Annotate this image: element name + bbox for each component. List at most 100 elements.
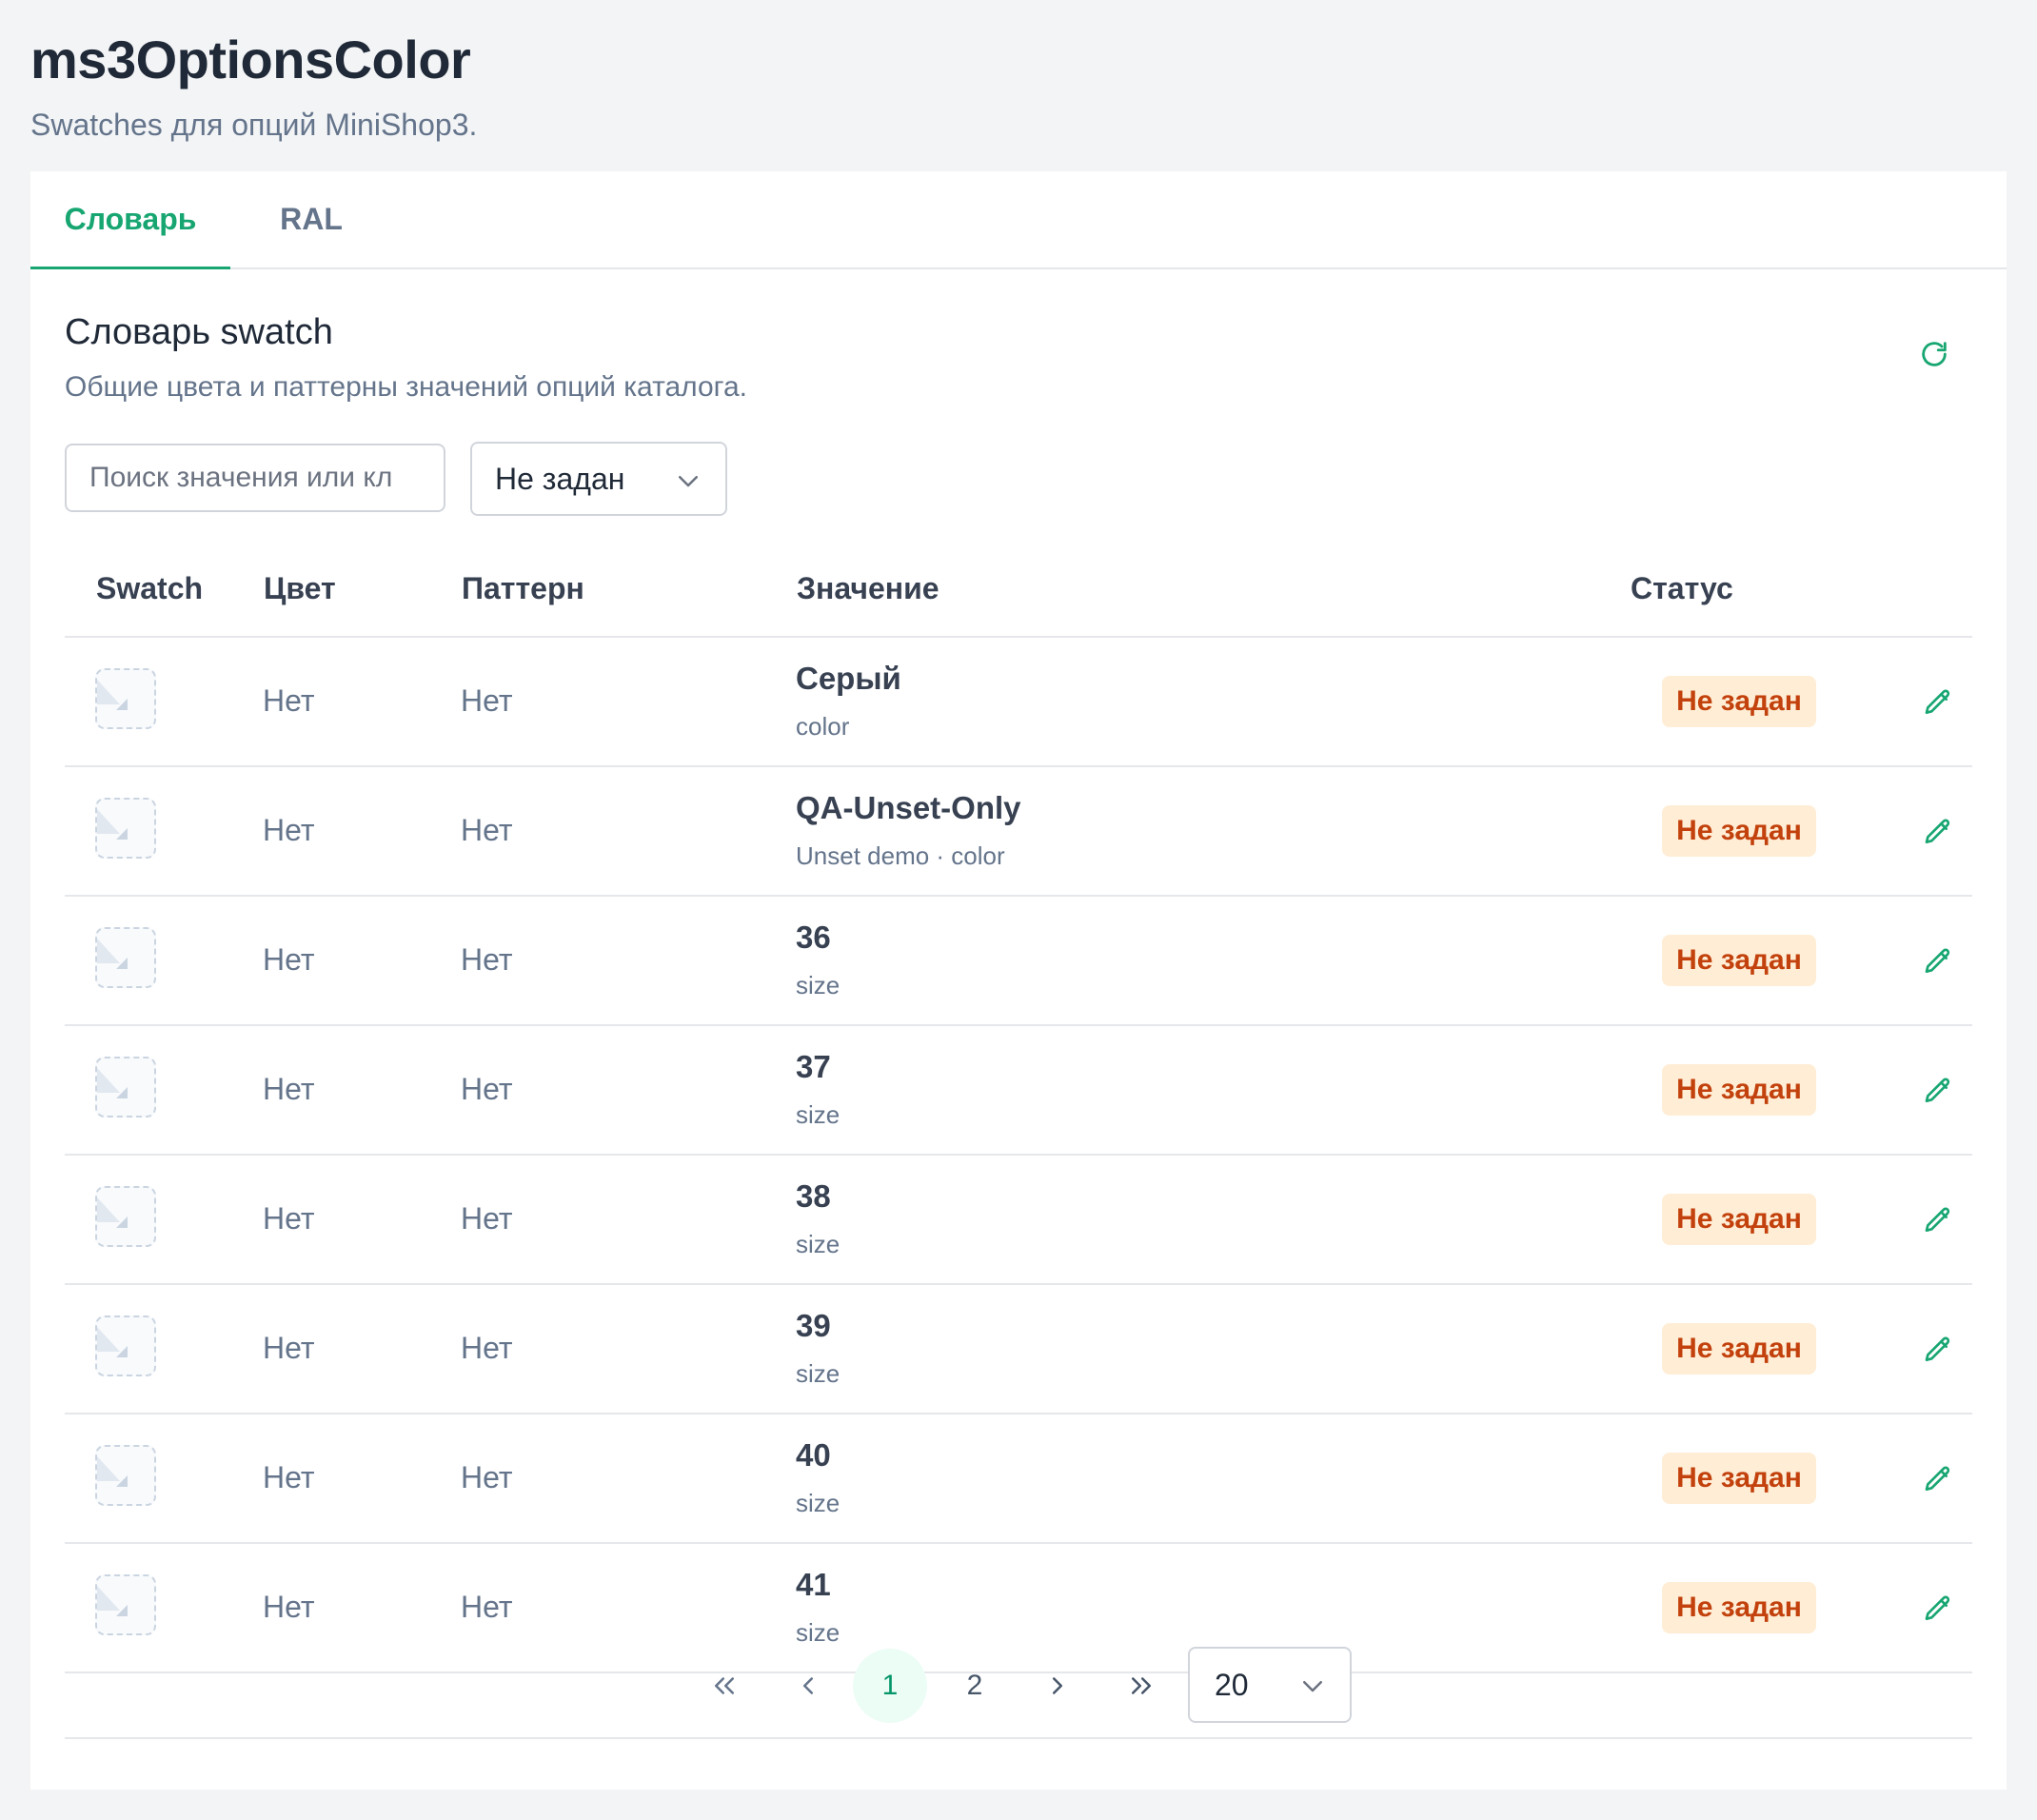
cell-color: Нет [263, 1590, 315, 1624]
tab-dictionary[interactable]: Словарь [30, 171, 230, 269]
pencil-icon [1925, 689, 1950, 714]
cell-value: 37 [796, 1049, 831, 1084]
status-badge: Не задан [1662, 805, 1816, 857]
status-badge: Не задан [1662, 1582, 1816, 1633]
table-row: Нет Нет 39 size Не задан [65, 1285, 1972, 1414]
page-title: ms3OptionsColor [30, 30, 471, 89]
cell-value: Серый [796, 661, 901, 696]
next-page-button[interactable] [1020, 1649, 1095, 1723]
cell-value: 38 [796, 1178, 831, 1214]
edit-button[interactable] [1919, 942, 1957, 980]
cell-color: Нет [263, 683, 315, 718]
pencil-icon [1925, 819, 1950, 843]
pencil-icon [1925, 1595, 1950, 1620]
cell-value-meta: size [796, 1230, 841, 1258]
cell-pattern: Нет [461, 1072, 513, 1106]
cell-pattern: Нет [461, 813, 513, 847]
cell-pattern: Нет [461, 1460, 513, 1494]
empty-image-icon [97, 680, 128, 710]
swatch-placeholder [95, 668, 156, 729]
swatch-placeholder [95, 927, 156, 988]
table-row: Нет Нет Серый color Не задан [65, 638, 1972, 767]
cell-value-meta: Unset demo · color [796, 841, 1005, 870]
cell-color: Нет [263, 942, 315, 977]
per-page-select[interactable]: 20 [1188, 1647, 1352, 1723]
pencil-icon [1925, 1078, 1950, 1102]
cell-value-meta: size [796, 1359, 841, 1388]
column-header-status: Статус [1631, 571, 1733, 605]
swatch-placeholder [95, 1445, 156, 1506]
column-header-value: Значение [797, 571, 939, 605]
cell-color: Нет [263, 1072, 315, 1106]
pencil-icon [1925, 1466, 1950, 1491]
cell-color: Нет [263, 1331, 315, 1365]
pencil-icon [1925, 1336, 1950, 1361]
refresh-button[interactable] [1913, 333, 1955, 375]
tab-bar: Словарь RAL [30, 171, 2007, 269]
status-badge: Не задан [1662, 1453, 1816, 1504]
page-button-1[interactable]: 1 [853, 1649, 927, 1723]
cell-color: Нет [263, 813, 315, 847]
edit-button[interactable] [1919, 1201, 1957, 1239]
pencil-icon [1925, 1207, 1950, 1232]
table-body: Нет Нет Серый color Не задан Нет Нет QA-… [65, 638, 1972, 1804]
empty-image-icon [97, 1586, 128, 1616]
refresh-icon [1922, 342, 1947, 366]
cell-color: Нет [263, 1201, 315, 1236]
page-button-2[interactable]: 2 [938, 1649, 1012, 1723]
column-header-swatch: Swatch [96, 571, 204, 605]
first-page-button[interactable] [687, 1649, 761, 1723]
status-filter-select[interactable]: Не задан [470, 442, 727, 516]
last-page-button[interactable] [1104, 1649, 1178, 1723]
status-filter-value: Не задан [495, 461, 625, 496]
search-input[interactable] [65, 444, 445, 512]
status-badge: Не задан [1662, 935, 1816, 986]
cell-color: Нет [263, 1460, 315, 1494]
empty-image-icon [97, 1068, 128, 1098]
swatch-placeholder [95, 798, 156, 859]
table-bottom-divider [65, 1737, 1972, 1739]
chevron-left-icon [803, 1677, 813, 1694]
empty-image-icon [97, 809, 128, 840]
swatch-placeholder [95, 1316, 156, 1376]
cell-value: 40 [796, 1437, 831, 1473]
section-description: Общие цвета и паттерны значений опций ка… [65, 371, 747, 403]
edit-button[interactable] [1919, 1072, 1957, 1110]
table-row: Нет Нет 38 size Не задан [65, 1156, 1972, 1285]
empty-image-icon [97, 1197, 128, 1228]
status-badge: Не задан [1662, 1323, 1816, 1375]
prev-page-button[interactable] [771, 1649, 845, 1723]
chevron-right-icon [1053, 1677, 1062, 1694]
section-title: Словарь swatch [65, 312, 333, 352]
main-card: Словарь RAL Словарь swatch Общие цвета и… [30, 171, 2007, 1790]
swatch-placeholder [95, 1057, 156, 1118]
table-row: Нет Нет 37 size Не задан [65, 1026, 1972, 1156]
cell-value-meta: size [796, 1489, 841, 1517]
status-badge: Не задан [1662, 1064, 1816, 1116]
cell-value-meta: size [796, 971, 841, 999]
cell-value: 41 [796, 1567, 831, 1602]
chevron-down-icon [1303, 1681, 1322, 1692]
edit-button[interactable] [1919, 1460, 1957, 1498]
table-row: Нет Нет QA-Unset-Only Unset demo · color… [65, 767, 1972, 897]
swatch-placeholder [95, 1186, 156, 1247]
table-row: Нет Нет 41 size Не задан [65, 1544, 1972, 1673]
cell-value-meta: size [796, 1618, 841, 1647]
cell-value: QA-Unset-Only [796, 790, 1021, 825]
cell-pattern: Нет [461, 1590, 513, 1624]
double-chevron-left-icon [715, 1677, 734, 1694]
cell-value: 39 [796, 1308, 831, 1343]
cell-pattern: Нет [461, 942, 513, 977]
edit-button[interactable] [1919, 813, 1957, 851]
cell-value: 36 [796, 920, 831, 955]
empty-image-icon [97, 939, 128, 969]
edit-button[interactable] [1919, 1590, 1957, 1628]
edit-button[interactable] [1919, 1331, 1957, 1369]
cell-value-meta: color [796, 712, 850, 741]
status-badge: Не задан [1662, 1194, 1816, 1245]
table-row: Нет Нет 36 size Не задан [65, 897, 1972, 1026]
column-header-pattern: Паттерн [462, 571, 584, 605]
edit-button[interactable] [1919, 683, 1957, 722]
cell-value-meta: size [796, 1100, 841, 1129]
tab-ral[interactable]: RAL [249, 171, 373, 267]
